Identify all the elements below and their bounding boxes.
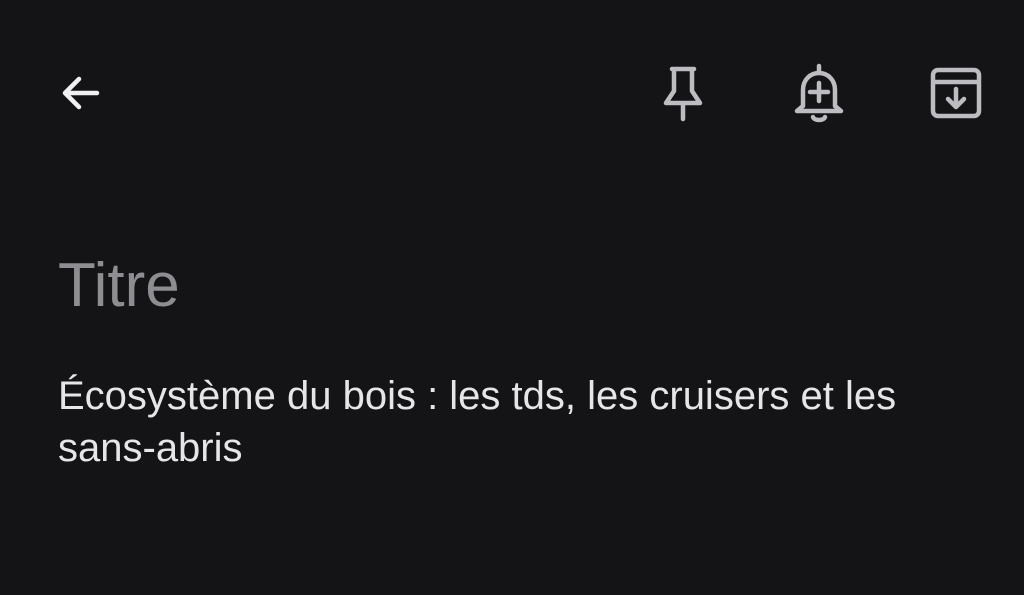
pin-icon [663,66,703,122]
note-title-input[interactable]: Titre [58,250,180,322]
note-editor-screen: Titre Écosystème du bois : les tds, les … [0,0,1024,595]
back-button[interactable] [40,53,120,133]
reminder-button[interactable] [779,53,859,133]
arrow-left-icon [62,76,100,110]
note-body-text[interactable]: Écosystème du bois : les tds, les cruise… [58,370,988,474]
archive-icon [930,67,982,119]
pin-button[interactable] [643,53,723,133]
note-toolbar [0,0,1024,190]
bell-plus-icon [794,63,844,123]
archive-button[interactable] [916,53,996,133]
